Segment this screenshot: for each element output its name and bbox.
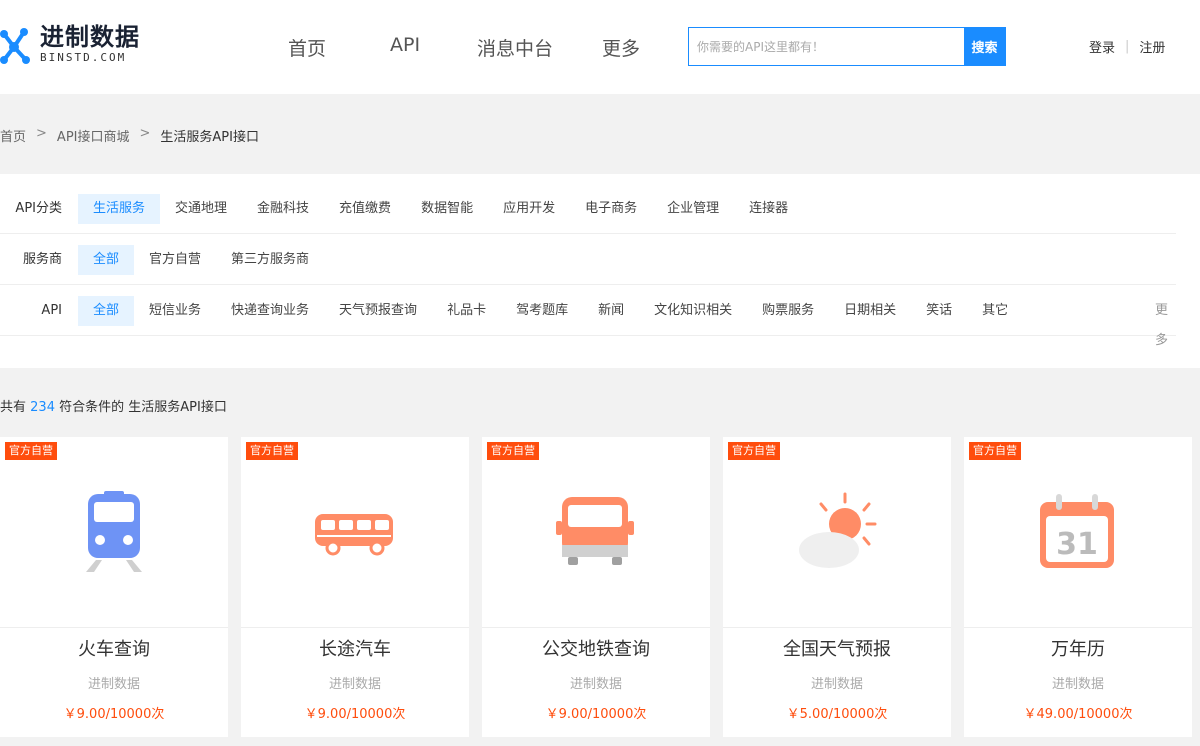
logo-title: 进制数据 <box>40 23 140 51</box>
card-image <box>482 437 710 628</box>
api-option[interactable]: 其它 <box>967 296 1023 326</box>
api-card[interactable]: 官方自营 长途汽车 进制数据 ￥9.00/10000次 <box>241 437 469 737</box>
filter-panel: API分类 生活服务 交通地理 金融科技 充值缴费 数据智能 应用开发 电子商务 企业管理 连接… <box>0 174 1200 368</box>
category-option[interactable]: 充值缴费 <box>324 194 406 224</box>
filter-row-category: API分类 生活服务 交通地理 金融科技 充值缴费 数据智能 应用开发 电子商务 企业管理 连接… <box>0 184 1176 234</box>
filter-label-provider: 服务商 <box>22 252 62 267</box>
provider-option[interactable]: 官方自营 <box>134 245 216 275</box>
provider-option[interactable]: 全部 <box>78 245 135 275</box>
nav-home[interactable]: 首页 <box>288 34 326 61</box>
api-option[interactable]: 文化知识相关 <box>639 296 747 326</box>
breadcrumb: 首页 > API接口商城 > 生活服务API接口 <box>0 126 259 145</box>
api-option[interactable]: 短信业务 <box>134 296 216 326</box>
category-option[interactable]: 数据智能 <box>406 194 488 224</box>
category-option[interactable]: 应用开发 <box>488 194 570 224</box>
card-vendor: 进制数据 <box>1051 677 1104 692</box>
api-option[interactable]: 新闻 <box>583 296 639 326</box>
card-title[interactable]: 全国天气预报 <box>723 635 951 661</box>
api-option[interactable]: 购票服务 <box>747 296 829 326</box>
category-option[interactable]: 生活服务 <box>78 194 161 224</box>
result-count: 共有 234 符合条件的 生活服务API接口 <box>0 396 227 415</box>
api-card[interactable]: 31 官方自营 万年历 进制数据 ￥49.00/10000次 <box>964 437 1192 737</box>
provider-option[interactable]: 第三方服务商 <box>216 245 324 275</box>
city-bus-icon <box>556 497 634 565</box>
api-option[interactable]: 全部 <box>78 296 135 326</box>
official-badge: 官方自营 <box>969 442 1021 460</box>
card-title[interactable]: 万年历 <box>964 635 1192 661</box>
nav-more[interactable]: 更多 <box>602 34 640 61</box>
search-button[interactable]: 搜索 <box>964 28 1005 65</box>
filter-row-provider: 服务商 全部 官方自营 第三方服务商 <box>0 235 1176 285</box>
coach-bus-icon <box>315 514 393 556</box>
card-image: 31 <box>964 437 1192 628</box>
login-link[interactable]: 登录 <box>1089 37 1115 56</box>
result-count-suffix: 符合条件的 生活服务API接口 <box>59 400 227 415</box>
api-option[interactable]: 天气预报查询 <box>324 296 432 326</box>
logo-mark-icon <box>0 22 36 66</box>
card-vendor: 进制数据 <box>569 677 622 692</box>
card-vendor: 进制数据 <box>328 677 381 692</box>
card-title[interactable]: 公交地铁查询 <box>482 635 710 661</box>
card-image <box>0 437 228 628</box>
auth-links: 登录 | 注册 <box>1089 37 1165 56</box>
train-icon <box>86 491 142 572</box>
api-option[interactable]: 驾考题库 <box>501 296 583 326</box>
card-price: ￥9.00/10000次 <box>304 707 406 722</box>
filter-options-provider: 全部 官方自营 第三方服务商 <box>78 245 324 275</box>
card-image <box>723 437 951 628</box>
api-option[interactable]: 礼品卡 <box>432 296 501 326</box>
official-badge: 官方自营 <box>246 442 298 460</box>
category-option[interactable]: 交通地理 <box>160 194 242 224</box>
top-header: 进制数据 BINSTD.COM 首页 API 消息中台 更多 搜索 登录 | 注… <box>0 0 1200 94</box>
card-title[interactable]: 火车查询 <box>0 635 228 661</box>
auth-separator: | <box>1125 39 1130 54</box>
register-link[interactable]: 注册 <box>1139 37 1165 56</box>
filter-options-category: 生活服务 交通地理 金融科技 充值缴费 数据智能 应用开发 电子商务 企业管理 连接器 <box>78 194 803 224</box>
logo-subtitle: BINSTD.COM <box>40 51 127 64</box>
api-option[interactable]: 笑话 <box>911 296 967 326</box>
breadcrumb-api-mall[interactable]: API接口商城 <box>57 126 130 145</box>
filter-more-link[interactable]: 更多 <box>1155 296 1176 356</box>
result-count-number: 234 <box>30 400 55 415</box>
official-badge: 官方自营 <box>5 442 57 460</box>
result-count-prefix: 共有 <box>0 400 27 415</box>
filter-row-api: API 全部 短信业务 快递查询业务 天气预报查询 礼品卡 驾考题库 新闻 文化知识相关 购票服… <box>0 286 1176 348</box>
filter-label-api: API <box>41 303 62 318</box>
api-card[interactable]: 官方自营 火车查询 进制数据 ￥9.00/10000次 <box>0 437 228 737</box>
search-box: 搜索 <box>688 27 1006 66</box>
api-card[interactable]: 官方自营 全国天气预报 进制数据 ￥5.00/10000次 <box>723 437 951 737</box>
nav-message-center[interactable]: 消息中台 <box>477 34 553 61</box>
breadcrumb-separator: > <box>139 126 151 141</box>
api-option[interactable]: 日期相关 <box>829 296 911 326</box>
category-option[interactable]: 连接器 <box>734 194 803 224</box>
site-logo[interactable]: 进制数据 BINSTD.COM <box>0 22 140 66</box>
card-vendor: 进制数据 <box>810 677 863 692</box>
card-vendor: 进制数据 <box>87 677 140 692</box>
filter-options-api: 全部 短信业务 快递查询业务 天气预报查询 礼品卡 驾考题库 新闻 文化知识相关 购票服务 日期相… <box>78 296 1023 326</box>
calendar-icon: 31 <box>1040 494 1114 568</box>
category-option[interactable]: 金融科技 <box>242 194 324 224</box>
official-badge: 官方自营 <box>487 442 539 460</box>
card-price: ￥49.00/10000次 <box>1023 707 1133 722</box>
card-image <box>241 437 469 628</box>
card-price: ￥5.00/10000次 <box>786 707 888 722</box>
api-card[interactable]: 官方自营 公交地铁查询 进制数据 ￥9.00/10000次 <box>482 437 710 737</box>
calendar-day-label: 31 <box>1056 527 1098 562</box>
search-input[interactable] <box>689 28 964 65</box>
category-option[interactable]: 企业管理 <box>652 194 734 224</box>
breadcrumb-separator: > <box>36 126 47 141</box>
card-title[interactable]: 长途汽车 <box>241 635 469 661</box>
filter-label-category: API分类 <box>15 201 62 216</box>
nav-api[interactable]: API <box>390 34 420 56</box>
card-price: ￥9.00/10000次 <box>545 707 647 722</box>
weather-icon <box>799 492 877 568</box>
category-option[interactable]: 电子商务 <box>570 194 652 224</box>
breadcrumb-home[interactable]: 首页 <box>0 126 26 145</box>
api-option[interactable]: 快递查询业务 <box>216 296 324 326</box>
official-badge: 官方自营 <box>728 442 780 460</box>
breadcrumb-current: 生活服务API接口 <box>160 130 259 145</box>
card-price: ￥9.00/10000次 <box>63 707 165 722</box>
